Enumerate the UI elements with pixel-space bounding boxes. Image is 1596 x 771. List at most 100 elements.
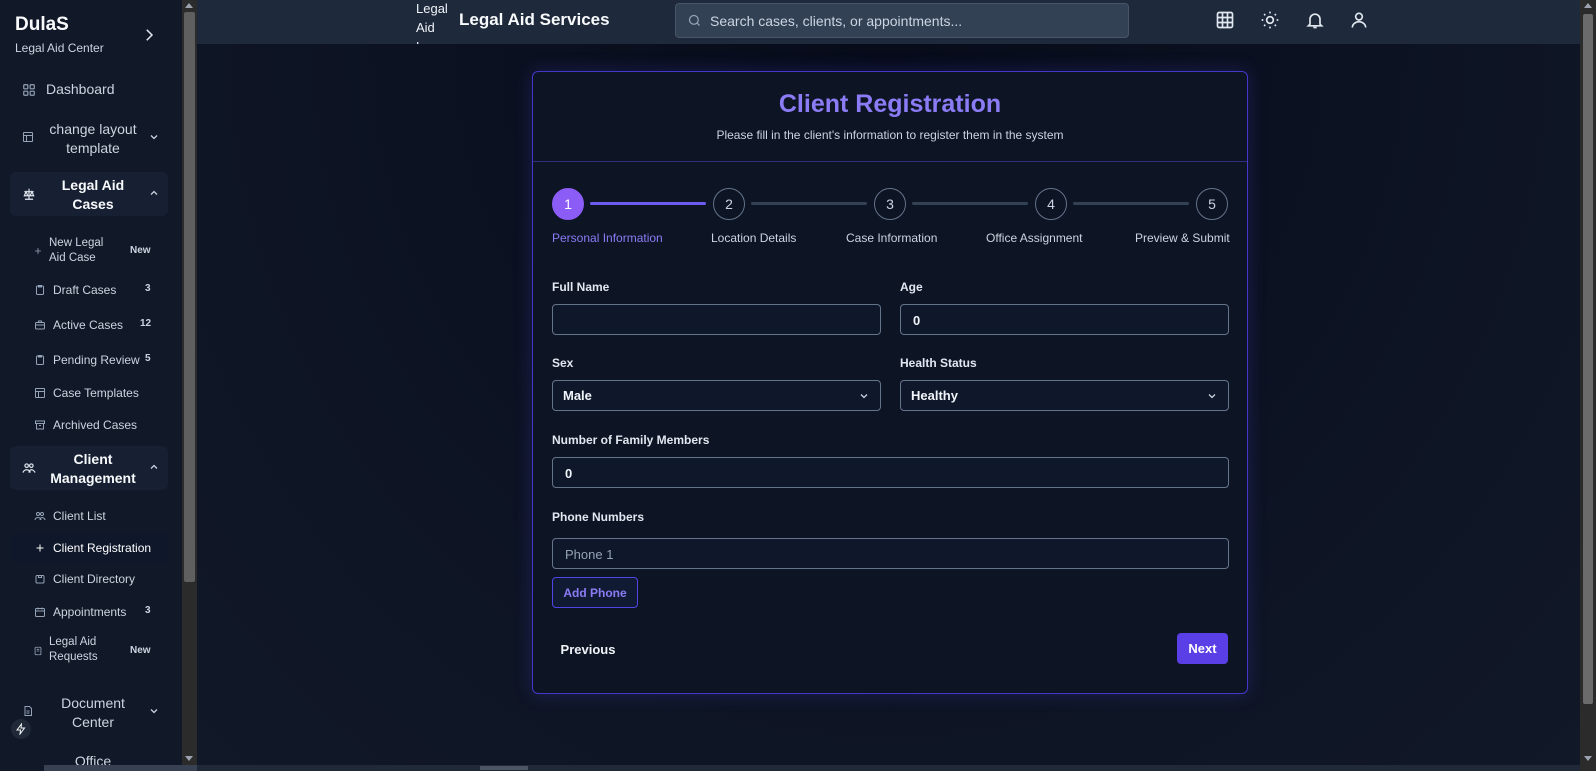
chevron-down-icon: [148, 705, 160, 717]
step-2[interactable]: 2: [713, 188, 745, 220]
search-icon: [687, 13, 702, 28]
calendar-icon: [34, 606, 46, 618]
users-icon: [22, 461, 36, 475]
sidebar-group-legal-aid-cases[interactable]: Legal Aid Cases: [10, 172, 168, 216]
age-input[interactable]: [911, 305, 1210, 336]
sex-label: Sex: [552, 356, 574, 370]
sidebar-item-legal-aid-requests[interactable]: Legal Aid Requests New: [10, 635, 168, 667]
sidebar-item-label: Pending Review: [53, 353, 140, 367]
briefcase-icon: [34, 319, 46, 331]
scroll-up-arrow-icon[interactable]: [1584, 3, 1592, 8]
sidebar-group-document-center[interactable]: Document Center: [10, 692, 168, 732]
add-phone-button[interactable]: Add Phone: [552, 577, 638, 608]
full-name-field[interactable]: [552, 304, 881, 336]
horizontal-scrollbar[interactable]: [197, 765, 1580, 771]
sidebar-item-active-cases[interactable]: Active Cases 12: [10, 311, 168, 339]
chevron-up-icon: [148, 187, 160, 199]
clipboard-icon: [34, 284, 46, 296]
sidebar-item-client-directory[interactable]: Client Directory: [10, 565, 168, 593]
step-3[interactable]: 3: [874, 188, 906, 220]
family-members-field[interactable]: [552, 457, 1229, 489]
bolt-icon[interactable]: [11, 719, 31, 739]
sidebar-item-archived-cases[interactable]: Archived Cases: [10, 411, 168, 439]
document-icon: [22, 705, 36, 719]
phone-field[interactable]: [552, 538, 1229, 570]
sex-value: Male: [563, 388, 592, 403]
sidebar-item-label: Archived Cases: [53, 418, 138, 432]
sidebar-item-dashboard[interactable]: Dashboard: [10, 78, 168, 102]
page-subtitle: Please fill in the client's information …: [716, 128, 1064, 142]
chevron-down-icon: [148, 131, 160, 143]
sidebar-item-label: New Legal Aid Case: [49, 237, 104, 264]
folder-icon: [34, 573, 46, 585]
health-status-value: Healthy: [911, 388, 958, 403]
health-status-select[interactable]: Healthy: [900, 380, 1229, 411]
sidebar-item-change-layout[interactable]: change layout template: [10, 117, 168, 157]
full-name-label: Full Name: [552, 280, 610, 294]
bell-icon[interactable]: [1305, 10, 1325, 30]
sidebar-scrollbar[interactable]: [182, 0, 197, 771]
app-title: Legal Aid Services: [459, 10, 610, 29]
scroll-down-arrow-icon[interactable]: [185, 756, 193, 761]
plus-icon: [34, 542, 46, 554]
brand: DulaS Legal Aid Center: [15, 13, 104, 55]
sidebar-item-client-registration[interactable]: Client Registration: [10, 534, 168, 562]
sidebar-item-label: Dashboard: [46, 81, 115, 97]
sidebar-item-new-legal-aid-case[interactable]: New Legal Aid Case New: [10, 236, 168, 268]
step-4[interactable]: 4: [1035, 188, 1067, 220]
step-label: Personal Information: [552, 231, 663, 245]
step-5[interactable]: 5: [1196, 188, 1228, 220]
sidebar-item-case-templates[interactable]: Case Templates: [10, 379, 168, 407]
health-status-label: Health Status: [900, 356, 977, 370]
family-members-label: Number of Family Members: [552, 433, 710, 447]
family-members-input[interactable]: [563, 458, 1175, 489]
step-1[interactable]: 1: [552, 188, 584, 220]
chevron-right-icon[interactable]: [140, 26, 158, 44]
page-title: Client Registration: [778, 90, 1002, 118]
scrollbar-thumb[interactable]: [184, 12, 195, 582]
registration-card: Client Registration Please fill in the c…: [532, 71, 1248, 694]
age-field[interactable]: [900, 304, 1229, 336]
sidebar-item-label: Client Directory: [53, 572, 136, 586]
badge: New: [130, 645, 151, 656]
scroll-down-arrow-icon[interactable]: [1584, 756, 1592, 761]
sidebar-item-label: Client Registration: [53, 541, 152, 555]
sidebar-item-draft-cases[interactable]: Draft Cases 3: [10, 276, 168, 304]
top-header: Legal Aid Logo Legal Aid Services: [197, 0, 1580, 54]
previous-button[interactable]: Previous: [552, 634, 624, 665]
badge: 12: [140, 318, 152, 329]
scrollbar-thumb[interactable]: [1583, 14, 1593, 704]
sidebar-item-pending-review[interactable]: Pending Review 5: [10, 346, 168, 374]
chevron-down-icon: [1206, 390, 1218, 402]
apps-grid-icon[interactable]: [1215, 10, 1235, 30]
step-connector: [590, 202, 706, 205]
sidebar-group-client-management[interactable]: Client Management: [10, 446, 168, 490]
plus-icon: [33, 246, 45, 258]
sun-icon[interactable]: [1260, 10, 1280, 30]
clipboard-icon: [34, 354, 46, 366]
badge: 3: [145, 605, 151, 616]
scrollbar-thumb[interactable]: [480, 766, 528, 770]
file-icon: [33, 646, 45, 658]
badge: 5: [145, 353, 151, 364]
phone-input[interactable]: [563, 539, 1175, 570]
scale-icon: [22, 187, 36, 201]
sex-select[interactable]: Male: [552, 380, 881, 411]
chevron-up-icon: [148, 461, 160, 473]
age-label: Age: [900, 280, 923, 294]
page-scrollbar[interactable]: [1580, 0, 1596, 771]
sidebar-item-client-list[interactable]: Client List: [10, 502, 168, 530]
badge: 3: [145, 283, 151, 294]
sidebar-item-label: change layout template: [49, 121, 137, 156]
user-icon[interactable]: [1349, 10, 1369, 30]
scroll-up-arrow-icon[interactable]: [185, 3, 193, 8]
search-input[interactable]: [708, 5, 1112, 37]
step-label: Office Assignment: [986, 231, 1083, 245]
sidebar-item-appointments[interactable]: Appointments 3: [10, 598, 168, 626]
phone-numbers-label: Phone Numbers: [552, 510, 645, 524]
full-name-input[interactable]: [563, 305, 862, 336]
next-button[interactable]: Next: [1177, 633, 1228, 664]
layout-icon: [22, 131, 36, 145]
search-bar[interactable]: [675, 3, 1129, 38]
sidebar-item-label: Appointments: [53, 605, 127, 619]
